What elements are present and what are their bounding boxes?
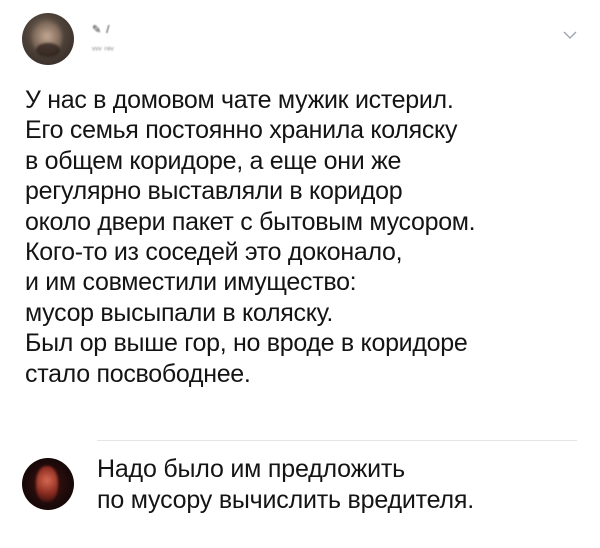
post-text-line: Его семья постоянно хранила коляску — [25, 116, 458, 145]
avatar-beard-blur — [36, 43, 60, 57]
post-text-line: около двери пакет с бытовым мусором. — [25, 207, 476, 236]
reply-text-line: по мусору вычислить вредителя. — [97, 486, 474, 514]
author-name[interactable]: ✎ / — [92, 23, 110, 36]
post-text-line: стало посвободнее. — [25, 359, 251, 388]
post-text: У нас в домовом чате мужик истерил. Его … — [25, 85, 590, 389]
reply-avatar-face — [36, 466, 58, 502]
reply-avatar[interactable] — [22, 458, 74, 510]
post-text-line: регулярно выставляли в коридор — [25, 177, 403, 206]
post-header: ✎ / ᵥᵥᵥ ᵣₑᵥ — [0, 0, 600, 80]
author-avatar[interactable] — [22, 13, 74, 65]
chevron-down-icon[interactable] — [563, 30, 577, 40]
post-text-line: мусор высыпали в коляску. — [25, 298, 333, 327]
post-text-line: и им совместили имущество: — [25, 268, 357, 297]
post-text-line: Был ор выше гор, но вроде в коридоре — [25, 329, 468, 358]
divider — [97, 440, 577, 441]
post-text-line: Кого-то из соседей это доконало, — [25, 238, 403, 267]
post-text-line: в общем коридоре, а еще они же — [25, 146, 402, 175]
reply-text-line: Надо было им предложить — [97, 455, 405, 483]
reply-text: Надо было им предложить по мусору вычисл… — [97, 454, 587, 516]
author-handle: ᵥᵥᵥ ᵣₑᵥ — [92, 42, 114, 53]
post-text-line: У нас в домовом чате мужик истерил. — [25, 86, 454, 114]
